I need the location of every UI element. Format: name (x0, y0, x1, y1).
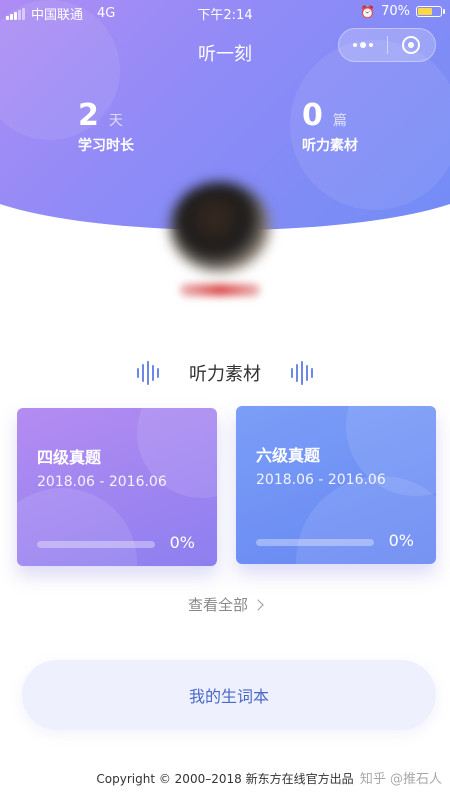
carrier-label: 中国联通 (31, 8, 84, 23)
close-button[interactable] (388, 29, 436, 61)
avatar[interactable] (170, 182, 270, 272)
watermark: 知乎 @推石人 (359, 772, 442, 787)
card-title: 四级真题 (37, 448, 102, 467)
mini-program-capsule (338, 28, 436, 62)
progress-bar (256, 539, 374, 546)
stat-number: 2 (78, 98, 99, 133)
stat-unit: 天 (108, 113, 123, 129)
vocabulary-book-label: 我的生词本 (188, 687, 269, 706)
target-icon (402, 36, 421, 54)
status-time: 下午2:14 (197, 8, 253, 23)
stat-materials: 0篇 听力素材 (302, 98, 358, 155)
stat-unit: 篇 (332, 113, 347, 129)
status-bar: 中国联通 4G 下午2:14 ⏰ 70% (0, 0, 450, 24)
battery-percent: 70% (381, 4, 410, 19)
card-decoration (17, 488, 137, 566)
menu-button[interactable] (339, 29, 387, 61)
view-all-label: 查看全部 (187, 596, 248, 614)
stat-study-days: 2天 学习时长 (78, 98, 134, 155)
view-all-link[interactable]: 查看全部 (0, 594, 450, 615)
sound-wave-icon (291, 361, 313, 385)
progress-percent: 0% (388, 531, 414, 550)
stat-label: 听力素材 (302, 138, 358, 154)
card-date-range: 2018.06 - 2016.06 (37, 474, 167, 490)
card-title: 六级真题 (256, 446, 321, 465)
sound-wave-icon (137, 361, 159, 385)
chevron-right-icon (252, 599, 264, 611)
stat-number: 0 (302, 98, 323, 133)
screen: 中国联通 4G 下午2:14 ⏰ 70% 听一刻 2天 学习时长 0篇 听力素材 (0, 0, 450, 800)
progress-percent: 0% (169, 533, 195, 552)
network-label: 4G (97, 6, 116, 21)
alarm-icon: ⏰ (360, 4, 376, 19)
card-date-range: 2018.06 - 2016.06 (256, 472, 386, 488)
progress-bar (37, 541, 155, 548)
vocabulary-book-button[interactable]: 我的生词本 (22, 660, 436, 730)
more-dots-icon (352, 42, 373, 48)
stat-label: 学习时长 (78, 138, 134, 154)
section-title: 听力素材 (189, 364, 261, 385)
username-blurred (180, 284, 260, 296)
profile-area (150, 172, 290, 312)
battery-fill (418, 8, 433, 15)
material-card-cet4[interactable]: 四级真题 2018.06 - 2016.06 0% (17, 408, 217, 566)
signal-icon (6, 7, 25, 20)
battery-icon (416, 6, 445, 17)
material-card-cet6[interactable]: 六级真题 2018.06 - 2016.06 0% (236, 406, 436, 564)
section-header: 听力素材 (0, 360, 450, 386)
